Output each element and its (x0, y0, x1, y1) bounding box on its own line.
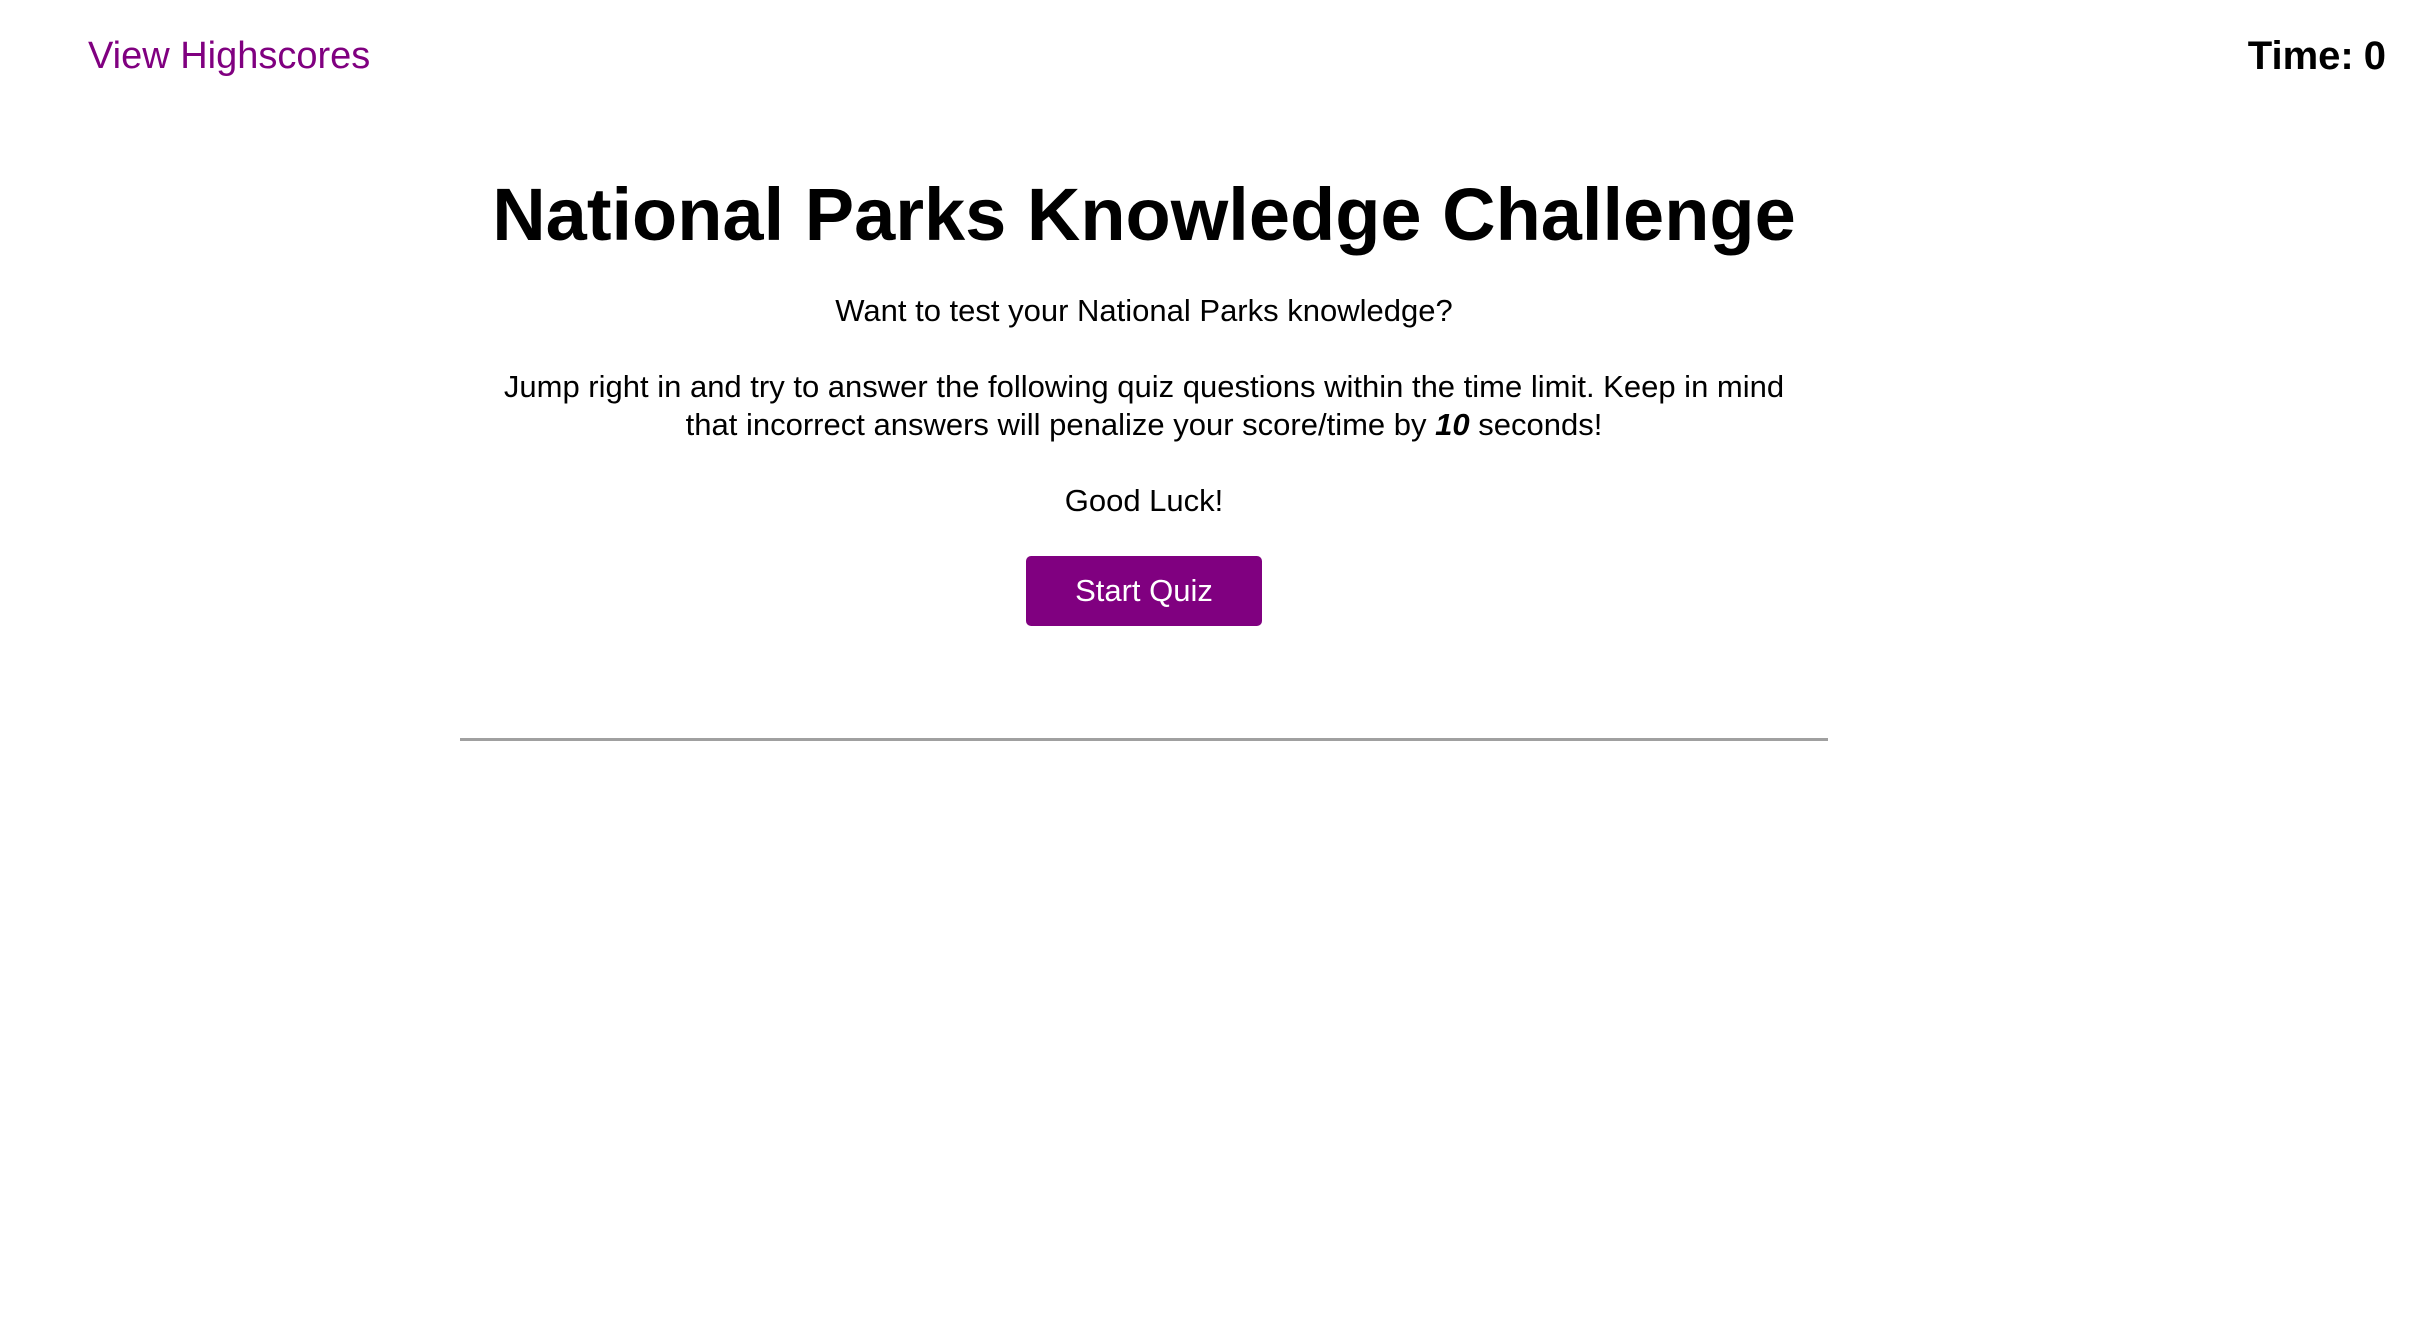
start-quiz-button[interactable]: Start Quiz (1026, 556, 1262, 626)
intro-text: Want to test your National Parks knowled… (835, 293, 1453, 328)
section-divider (460, 738, 1828, 741)
quiz-page: View Highscores Time: 0 National Parks Kn… (0, 0, 2410, 1340)
good-luck-text: Good Luck! (1064, 483, 1224, 518)
instructions-part-2: seconds! (1478, 407, 1603, 442)
instructions-text: Jump right in and try to answer the foll… (489, 368, 1799, 444)
penalty-seconds: 10 (1435, 407, 1470, 442)
page-title: National Parks Knowledge Challenge (492, 173, 1796, 256)
timer-label: Time: (2247, 34, 2354, 78)
quiz-intro-section: National Parks Knowledge Challenge Want … (460, 160, 1828, 626)
view-highscores-link[interactable]: View Highscores (88, 30, 370, 82)
timer-value: 0 (2363, 34, 2386, 78)
timer: Time: 0 (2248, 30, 2386, 82)
top-bar: View Highscores Time: 0 (0, 0, 2410, 120)
